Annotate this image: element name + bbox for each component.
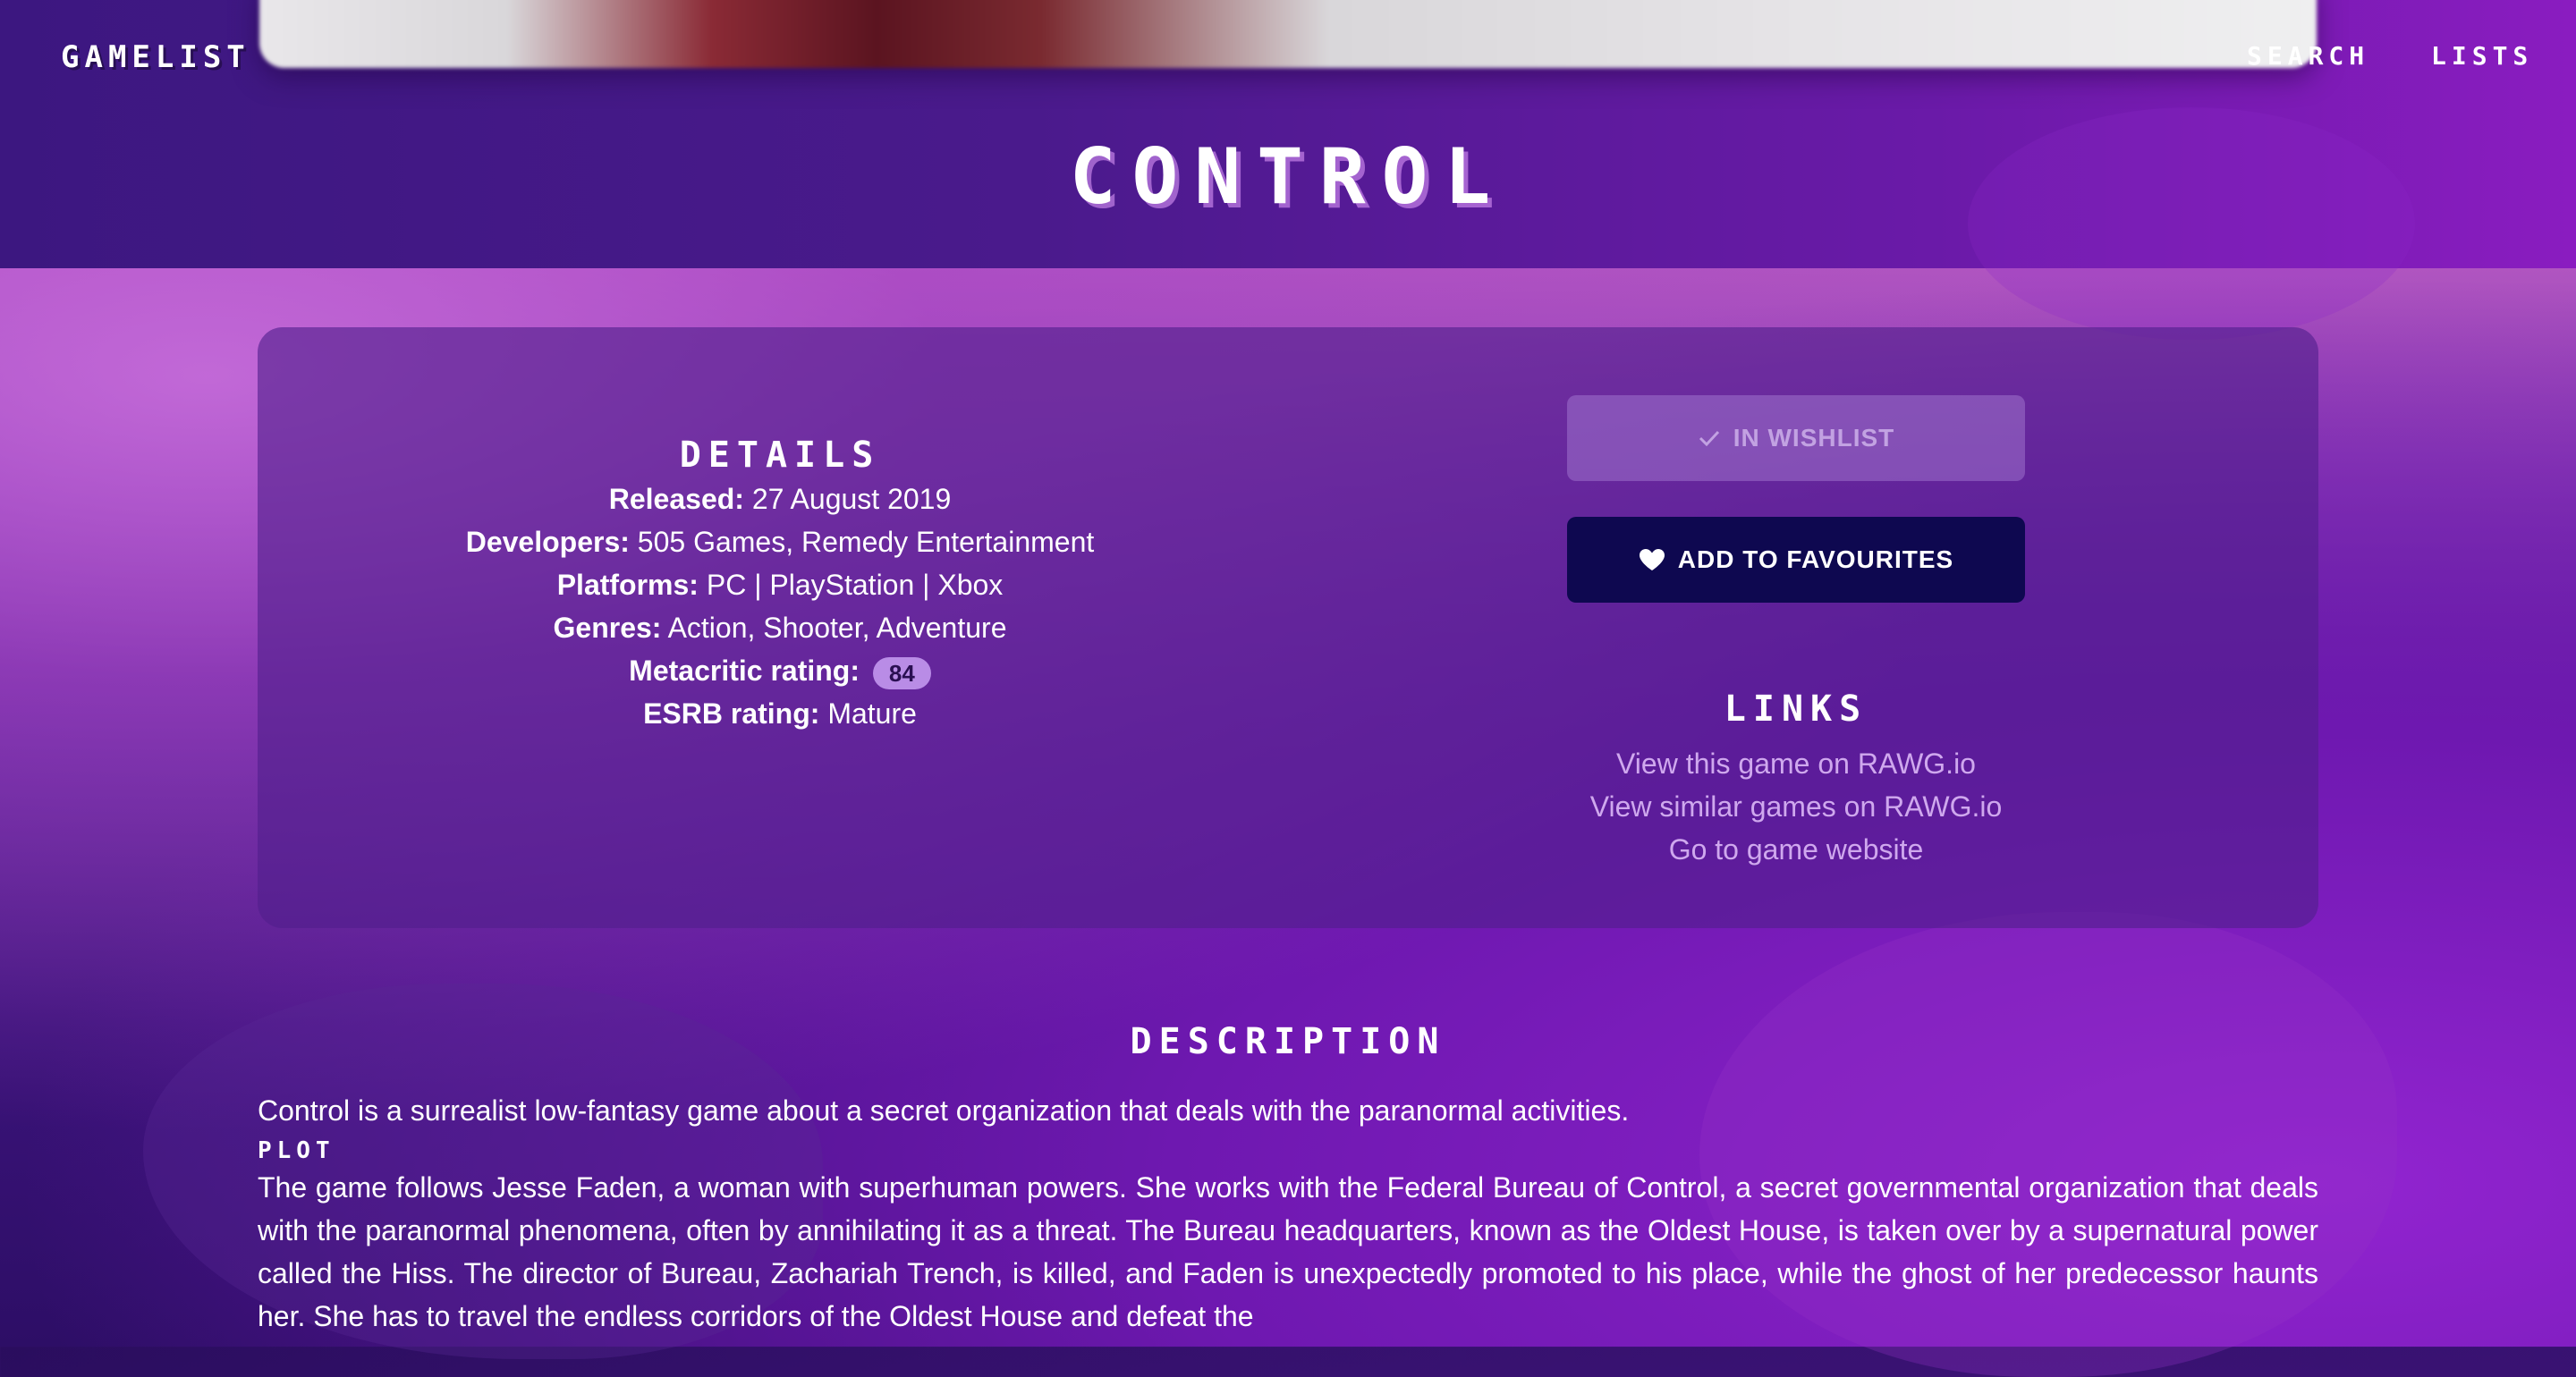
platforms-value: PC | PlayStation | Xbox bbox=[706, 569, 1004, 601]
page-title: CONTROL bbox=[1069, 132, 1507, 222]
released-value: 27 August 2019 bbox=[751, 483, 952, 515]
released-label: Released: bbox=[608, 483, 744, 515]
genres-label: Genres: bbox=[553, 612, 662, 644]
heart-icon bbox=[1639, 548, 1665, 571]
description-intro: Control is a surrealist low-fantasy game… bbox=[258, 1094, 1630, 1127]
developers-row: Developers: 505 Games, Remedy Entertainm… bbox=[258, 520, 1302, 563]
game-website-link[interactable]: Go to game website bbox=[1567, 828, 2025, 871]
genres-row: Genres: Action, Shooter, Adventure bbox=[258, 606, 1302, 649]
nav-lists-link[interactable]: LISTS bbox=[2431, 41, 2533, 71]
nav-search-link[interactable]: SEARCH bbox=[2247, 41, 2369, 71]
platforms-row: Platforms: PC | PlayStation | Xbox bbox=[258, 563, 1302, 606]
brand-logo[interactable]: GAMELIST bbox=[61, 39, 250, 75]
game-cover-image bbox=[259, 0, 2317, 68]
links-section: LINKS View this game on RAWG.io View sim… bbox=[1567, 688, 2025, 871]
platforms-label: Platforms: bbox=[556, 569, 699, 601]
description-section: DESCRIPTION Control is a surrealist low-… bbox=[258, 1021, 2318, 1338]
links-heading: LINKS bbox=[1724, 688, 1868, 730]
plot-heading: PLOT bbox=[258, 1137, 335, 1164]
details-heading: DETAILS bbox=[679, 435, 881, 476]
details-section: DETAILS Released: 27 August 2019 Develop… bbox=[258, 435, 1302, 735]
game-info-card: DETAILS Released: 27 August 2019 Develop… bbox=[258, 327, 2318, 928]
esrb-label: ESRB rating: bbox=[643, 697, 820, 730]
metacritic-label: Metacritic rating: bbox=[629, 655, 860, 687]
released-row: Released: 27 August 2019 bbox=[258, 477, 1302, 520]
esrb-value: Mature bbox=[827, 697, 917, 730]
genres-value: Action, Shooter, Adventure bbox=[667, 612, 1007, 644]
plot-text: The game follows Jesse Faden, a woman wi… bbox=[258, 1171, 2318, 1332]
in-wishlist-button[interactable]: IN WISHLIST bbox=[1567, 395, 2025, 481]
in-wishlist-label: IN WISHLIST bbox=[1733, 424, 1895, 452]
add-to-favourites-button[interactable]: ADD TO FAVOURITES bbox=[1567, 517, 2025, 603]
esrb-row: ESRB rating: Mature bbox=[258, 692, 1302, 735]
developers-value: 505 Games, Remedy Entertainment bbox=[637, 526, 1095, 558]
check-icon bbox=[1698, 428, 1721, 448]
metacritic-badge: 84 bbox=[872, 656, 931, 689]
developers-label: Developers: bbox=[465, 526, 630, 558]
add-to-favourites-label: ADD TO FAVOURITES bbox=[1677, 545, 1954, 573]
rawg-game-link[interactable]: View this game on RAWG.io bbox=[1567, 742, 2025, 785]
description-heading: DESCRIPTION bbox=[1130, 1021, 1446, 1062]
header-banner: GAMELIST SEARCH LISTS CONTROL bbox=[0, 0, 2576, 340]
metacritic-row: Metacritic rating: 84 bbox=[258, 649, 1302, 692]
rawg-similar-link[interactable]: View similar games on RAWG.io bbox=[1567, 785, 2025, 828]
